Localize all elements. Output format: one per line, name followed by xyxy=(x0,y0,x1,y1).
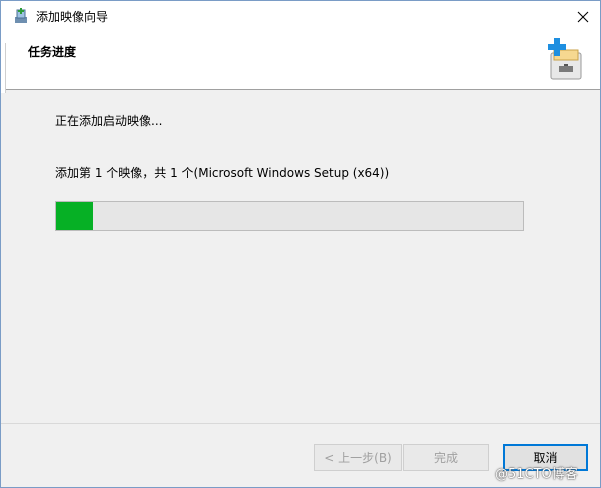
add-image-icon xyxy=(548,38,582,80)
add-image-wizard-window: 添加映像向导 任务进度 正在添加启动映像... 添加第 1 个映像，共 1 个(… xyxy=(0,0,601,488)
progress-bar xyxy=(55,201,524,231)
watermark: @51CTO博客 xyxy=(495,467,578,482)
status-text: 正在添加启动映像... xyxy=(55,114,163,128)
close-button[interactable] xyxy=(566,1,600,32)
wizard-app-icon xyxy=(15,8,27,23)
page-title: 任务进度 xyxy=(28,45,77,59)
wizard-header: 任务进度 xyxy=(1,32,600,90)
progress-detail-text: 添加第 1 个映像，共 1 个(Microsoft Windows Setup … xyxy=(55,166,390,180)
title-bar[interactable]: 添加映像向导 xyxy=(1,1,600,32)
footer-separator xyxy=(1,423,600,424)
window-title: 添加映像向导 xyxy=(36,10,109,24)
close-icon xyxy=(577,11,589,22)
underlying-window-edge xyxy=(1,43,6,93)
progress-bar-fill xyxy=(56,202,94,230)
finish-button[interactable]: 完成 xyxy=(403,444,489,471)
back-button[interactable]: < 上一步(B) xyxy=(314,444,402,471)
